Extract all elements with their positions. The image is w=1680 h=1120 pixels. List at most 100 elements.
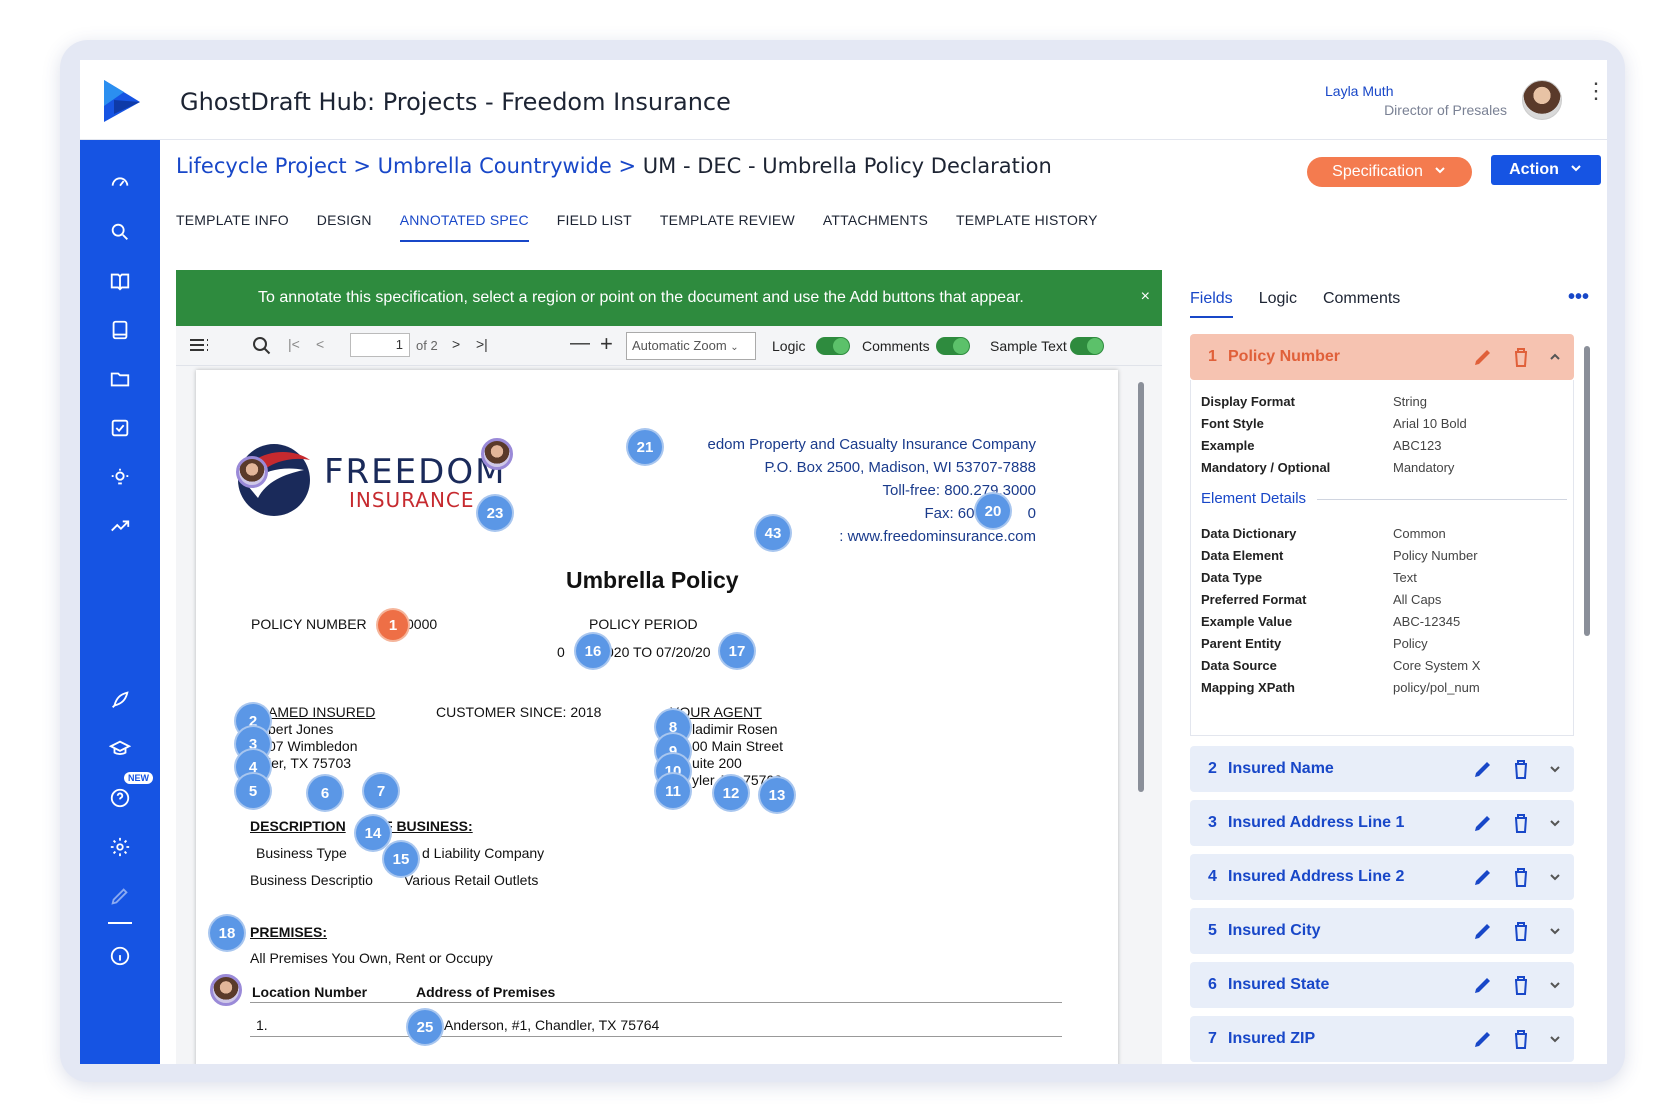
tab-template-history[interactable]: TEMPLATE HISTORY [956, 212, 1098, 242]
zoom-in-icon[interactable]: + [600, 331, 613, 357]
scrollbar-thumb[interactable] [1138, 382, 1144, 792]
comments-toggle[interactable] [936, 337, 970, 355]
more-menu-icon[interactable]: ⋮ [1585, 80, 1607, 116]
search-icon[interactable] [108, 220, 132, 244]
tab-annotated-spec[interactable]: ANNOTATED SPEC [399, 212, 529, 242]
annotation-marker[interactable]: 12 [714, 776, 748, 810]
trending-icon[interactable] [108, 514, 132, 538]
annotation-marker[interactable]: 11 [656, 774, 690, 808]
graduation-cap-icon[interactable] [108, 737, 132, 761]
trash-icon[interactable] [1510, 758, 1532, 780]
ghostdraft-logo[interactable] [100, 76, 144, 124]
annotation-marker[interactable]: 13 [760, 778, 794, 812]
rocket-icon[interactable] [108, 688, 132, 712]
annotation-marker[interactable]: 15 [384, 842, 418, 876]
scrollbar-thumb[interactable] [1584, 346, 1590, 636]
annotation-marker[interactable]: 6 [308, 776, 342, 810]
tab-attachments[interactable]: ATTACHMENTS [823, 212, 928, 242]
specification-dropdown[interactable]: Specification [1307, 157, 1472, 187]
document-scrollbar[interactable] [1136, 368, 1146, 1058]
next-page-icon[interactable]: > [452, 336, 460, 352]
edit-pencil-icon[interactable] [1472, 1028, 1494, 1050]
edit-pencil-icon[interactable] [1472, 866, 1494, 888]
field-insured-address-line-2[interactable]: 4 Insured Address Line 2 [1190, 854, 1574, 900]
trash-icon[interactable] [1510, 920, 1532, 942]
first-page-icon[interactable]: |< [288, 336, 300, 352]
annotation-marker[interactable]: 14 [356, 816, 390, 850]
comment-avatar-pin[interactable] [210, 974, 242, 1006]
sidebar-toggle-icon[interactable] [188, 336, 210, 357]
folder-icon[interactable] [108, 367, 132, 391]
annotation-marker[interactable]: 5 [236, 774, 270, 808]
help-icon[interactable] [108, 786, 132, 810]
sample-text-toggle[interactable] [1070, 337, 1104, 355]
zoom-out-icon[interactable]: — [570, 332, 590, 355]
settings-icon[interactable] [108, 835, 132, 859]
field-insured-state[interactable]: 6 Insured State [1190, 962, 1574, 1008]
previous-page-icon[interactable]: < [316, 336, 324, 352]
checkbox-icon[interactable] [108, 416, 132, 440]
user-avatar[interactable] [1522, 80, 1562, 120]
book-icon[interactable] [108, 318, 132, 342]
edit-pencil-icon[interactable] [1472, 346, 1494, 368]
field-insured-city[interactable]: 5 Insured City [1190, 908, 1574, 954]
annotation-marker[interactable]: 21 [628, 430, 662, 464]
comment-avatar-pin[interactable] [236, 456, 268, 488]
edit-pencil-icon[interactable] [1472, 974, 1494, 996]
chevron-down-icon[interactable] [1548, 762, 1562, 776]
breadcrumb-lifecycle-project[interactable]: Lifecycle Project [176, 154, 347, 178]
annotation-marker[interactable]: 25 [408, 1010, 442, 1044]
user-name[interactable]: Layla Muth [1325, 83, 1455, 99]
field-insured-address-line-1[interactable]: 3 Insured Address Line 1 [1190, 800, 1574, 846]
annotation-marker[interactable]: 17 [720, 634, 754, 668]
search-icon[interactable] [252, 336, 272, 359]
chevron-up-icon[interactable] [1548, 350, 1562, 364]
trash-icon[interactable] [1510, 974, 1532, 996]
field-insured-zip[interactable]: 7 Insured ZIP [1190, 1016, 1574, 1062]
edit-pencil-icon[interactable] [1472, 812, 1494, 834]
chevron-down-icon[interactable] [1548, 978, 1562, 992]
trash-icon[interactable] [1510, 812, 1532, 834]
fields-scrollbar[interactable] [1582, 330, 1592, 1064]
trash-icon[interactable] [1510, 1028, 1532, 1050]
pencil-icon[interactable] [108, 884, 132, 908]
tab-fields[interactable]: Fields [1190, 290, 1233, 318]
tab-field-list[interactable]: FIELD LIST [557, 212, 632, 242]
edit-pencil-icon[interactable] [1472, 758, 1494, 780]
tab-design[interactable]: DESIGN [317, 212, 372, 242]
tab-logic[interactable]: Logic [1259, 290, 1297, 318]
tab-comments[interactable]: Comments [1323, 290, 1400, 318]
tab-template-review[interactable]: TEMPLATE REVIEW [660, 212, 795, 242]
chevron-down-icon[interactable] [1548, 924, 1562, 938]
annotation-marker[interactable]: 43 [756, 516, 790, 550]
action-dropdown[interactable]: Action [1491, 155, 1601, 185]
breadcrumb-umbrella-countrywide[interactable]: Umbrella Countrywide [378, 154, 612, 178]
chevron-down-icon[interactable] [1548, 816, 1562, 830]
chevron-down-icon[interactable] [1548, 870, 1562, 884]
more-options-icon[interactable]: ••• [1568, 286, 1589, 309]
lightbulb-icon[interactable] [108, 465, 132, 489]
trash-icon[interactable] [1510, 346, 1532, 368]
annotation-marker-active[interactable]: 1 [378, 610, 408, 640]
annotation-marker[interactable]: 23 [478, 496, 512, 530]
document-viewer[interactable]: FREEDOM INSURANCE edom Property and Casu… [176, 366, 1162, 1064]
annotation-marker[interactable]: 16 [576, 634, 610, 668]
info-icon[interactable] [108, 944, 132, 968]
comment-avatar-pin[interactable] [481, 438, 513, 470]
dashboard-icon[interactable] [108, 170, 132, 194]
trash-icon[interactable] [1510, 866, 1532, 888]
edit-pencil-icon[interactable] [1472, 920, 1494, 942]
zoom-select[interactable]: Automatic Zoom ⌄ [626, 332, 756, 360]
tab-template-info[interactable]: TEMPLATE INFO [176, 212, 289, 242]
book-open-icon[interactable] [108, 269, 132, 293]
logic-toggle[interactable] [816, 337, 850, 355]
field-policy-number[interactable]: 1 Policy Number [1190, 334, 1574, 380]
annotation-marker[interactable]: 18 [210, 916, 244, 950]
chevron-down-icon[interactable] [1548, 1032, 1562, 1046]
last-page-icon[interactable]: >| [476, 336, 488, 352]
annotation-marker[interactable]: 7 [364, 774, 398, 808]
document-page[interactable]: FREEDOM INSURANCE edom Property and Casu… [196, 370, 1118, 1064]
page-number-input[interactable]: 1 [350, 333, 410, 357]
annotation-marker[interactable]: 20 [976, 494, 1010, 528]
close-icon[interactable]: × [1141, 288, 1150, 306]
